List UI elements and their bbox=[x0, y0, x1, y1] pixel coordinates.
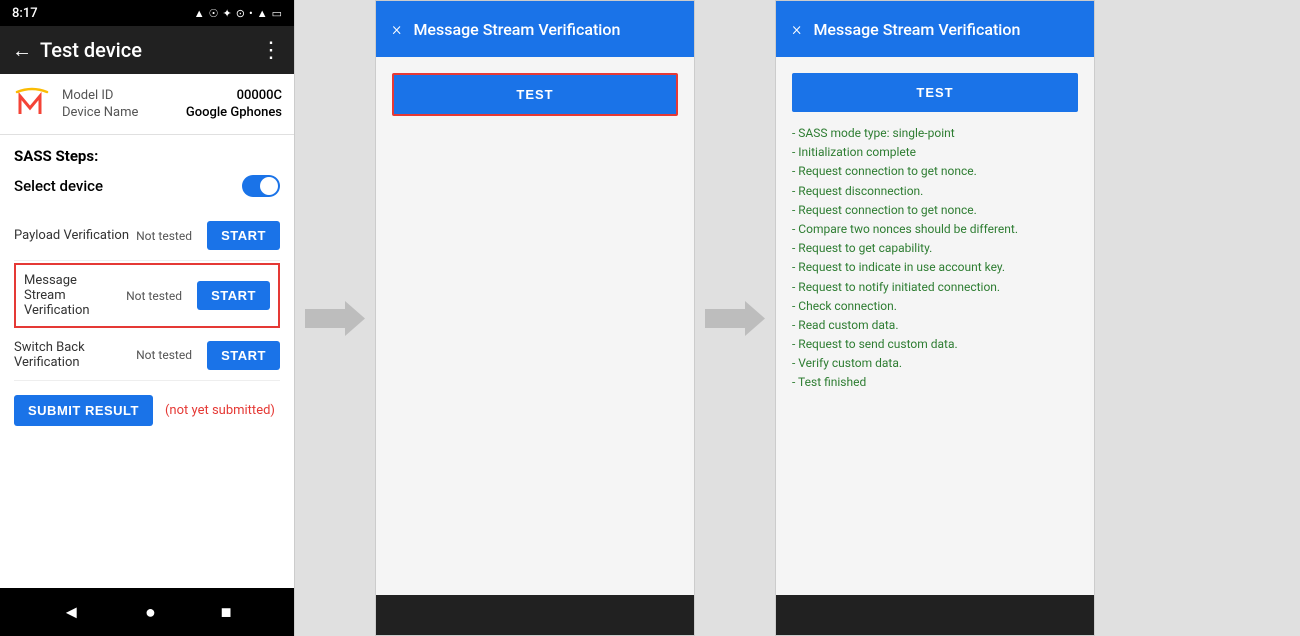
start-button-switchback[interactable]: START bbox=[207, 341, 280, 370]
test-button-2[interactable]: TEST bbox=[792, 73, 1078, 112]
log-line: - Verify custom data. bbox=[792, 354, 1078, 373]
log-line: - Test finished bbox=[792, 373, 1078, 392]
model-id-label: Model ID bbox=[62, 88, 113, 103]
log-line: - Request connection to get nonce. bbox=[792, 201, 1078, 220]
step-row-payload: Payload Verification Not tested START bbox=[14, 211, 280, 261]
log-line: - Request to notify initiated connection… bbox=[792, 278, 1078, 297]
log-line: - Request connection to get nonce. bbox=[792, 162, 1078, 181]
sass-title: SASS Steps: bbox=[14, 147, 280, 165]
submit-result-button[interactable]: SUBMIT RESULT bbox=[14, 395, 153, 426]
arrow-1 bbox=[295, 0, 375, 636]
device-name-value: Google Gphones bbox=[186, 105, 282, 120]
signal-icon: ▲ bbox=[194, 7, 205, 20]
submit-status: (not yet submitted) bbox=[165, 403, 275, 418]
device-fields: Model ID 00000C Device Name Google Gphon… bbox=[62, 88, 282, 120]
device-info: Model ID 00000C Device Name Google Gphon… bbox=[0, 74, 294, 135]
step-status-message-stream: Not tested bbox=[126, 289, 191, 303]
device-logo bbox=[12, 84, 52, 124]
device-name-label: Device Name bbox=[62, 105, 138, 120]
step-label-payload: Payload Verification bbox=[14, 228, 130, 243]
step-label-switchback: Switch Back Verification bbox=[14, 340, 130, 370]
log-line: - Request to get capability. bbox=[792, 239, 1078, 258]
log-line: - Initialization complete bbox=[792, 143, 1078, 162]
status-time: 8:17 bbox=[12, 6, 38, 21]
arrow-icon-1 bbox=[305, 301, 365, 336]
dialog-body-2: TEST - SASS mode type: single-point- Ini… bbox=[776, 57, 1094, 595]
start-button-payload[interactable]: START bbox=[207, 221, 280, 250]
log-line: - Request to send custom data. bbox=[792, 335, 1078, 354]
dialog-header-2: × Message Stream Verification bbox=[776, 1, 1094, 57]
app-toolbar: ← Test device ⋮ bbox=[0, 26, 294, 74]
dialog-close-button-1[interactable]: × bbox=[392, 19, 401, 40]
dialog-bottom-bar-1 bbox=[376, 595, 694, 635]
more-icon: • bbox=[249, 7, 253, 20]
notification-icon: ☉ bbox=[209, 7, 219, 20]
log-line: - Read custom data. bbox=[792, 316, 1078, 335]
arrow-2 bbox=[695, 0, 775, 636]
log-line: - Check connection. bbox=[792, 297, 1078, 316]
select-device-row: Select device bbox=[14, 175, 280, 197]
dialog-panel-1: × Message Stream Verification TEST bbox=[375, 0, 695, 636]
log-line: - Request to indicate in use account key… bbox=[792, 258, 1078, 277]
submit-row: SUBMIT RESULT (not yet submitted) bbox=[14, 395, 280, 426]
dialog-bottom-bar-2 bbox=[776, 595, 1094, 635]
dialog-title-1: Message Stream Verification bbox=[413, 20, 678, 39]
phone-navbar: ◄ ● ■ bbox=[0, 588, 294, 636]
step-label-message-stream: Message StreamVerification bbox=[24, 273, 120, 318]
log-line: - Request disconnection. bbox=[792, 182, 1078, 201]
battery-icon: ▭ bbox=[272, 7, 282, 20]
settings-icon: ✦ bbox=[223, 7, 232, 20]
status-bar: 8:17 ▲ ☉ ✦ ⊙ • ▲ ▭ bbox=[0, 0, 294, 26]
menu-button[interactable]: ⋮ bbox=[260, 38, 282, 63]
status-icons: ▲ ☉ ✦ ⊙ • ▲ ▭ bbox=[194, 7, 282, 20]
model-id-row: Model ID 00000C bbox=[62, 88, 282, 103]
phone-panel: 8:17 ▲ ☉ ✦ ⊙ • ▲ ▭ ← Test device ⋮ Model… bbox=[0, 0, 295, 636]
step-status-payload: Not tested bbox=[136, 229, 201, 243]
step-row-switchback: Switch Back Verification Not tested STAR… bbox=[14, 330, 280, 381]
dialog-body-1: TEST bbox=[376, 57, 694, 595]
select-device-toggle[interactable] bbox=[242, 175, 280, 197]
dialog-close-button-2[interactable]: × bbox=[792, 19, 801, 40]
nav-recents-icon[interactable]: ■ bbox=[221, 602, 232, 623]
dialog-spacer-1 bbox=[392, 116, 678, 579]
device-name-row: Device Name Google Gphones bbox=[62, 105, 282, 120]
sass-content: SASS Steps: Select device Payload Verifi… bbox=[0, 135, 294, 588]
log-line: - Compare two nonces should be different… bbox=[792, 220, 1078, 239]
bluetooth-icon: ⊙ bbox=[236, 7, 245, 20]
nav-home-icon[interactable]: ● bbox=[145, 602, 156, 623]
wifi-icon: ▲ bbox=[257, 7, 268, 20]
back-button[interactable]: ← bbox=[12, 38, 32, 63]
dialog-log: - SASS mode type: single-point- Initiali… bbox=[792, 124, 1078, 393]
start-button-message-stream[interactable]: START bbox=[197, 281, 270, 310]
dialog-title-2: Message Stream Verification bbox=[813, 20, 1078, 39]
select-device-label: Select device bbox=[14, 177, 103, 195]
dialog-panel-2: × Message Stream Verification TEST - SAS… bbox=[775, 0, 1095, 636]
dialog-header-1: × Message Stream Verification bbox=[376, 1, 694, 57]
toolbar-title: Test device bbox=[40, 38, 252, 62]
step-status-switchback: Not tested bbox=[136, 348, 201, 362]
test-button-1[interactable]: TEST bbox=[392, 73, 678, 116]
arrow-icon-2 bbox=[705, 301, 765, 336]
log-line: - SASS mode type: single-point bbox=[792, 124, 1078, 143]
model-id-value: 00000C bbox=[237, 88, 282, 103]
step-row-message-stream: Message StreamVerification Not tested ST… bbox=[14, 263, 280, 328]
nav-back-icon[interactable]: ◄ bbox=[62, 602, 80, 623]
